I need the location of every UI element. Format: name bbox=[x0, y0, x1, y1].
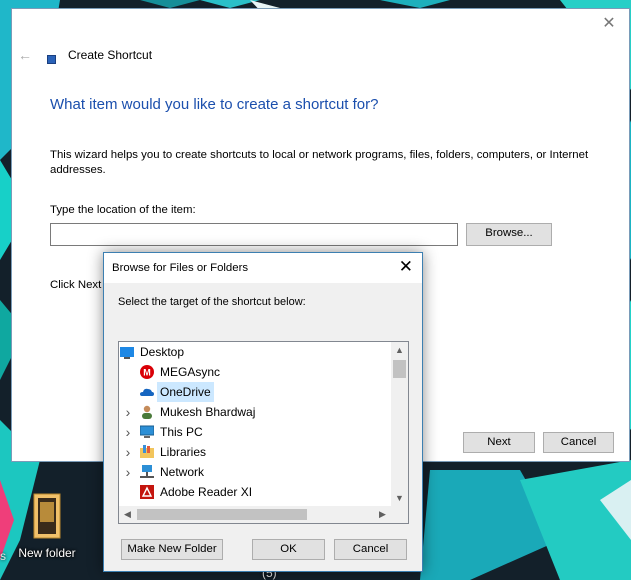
dialog-cancel-button[interactable]: Cancel bbox=[334, 539, 407, 560]
user-icon bbox=[140, 405, 154, 419]
tree-item-label: Adobe Reader XI bbox=[160, 485, 253, 499]
expand-chevron-icon[interactable]: › bbox=[123, 462, 133, 482]
tree-item[interactable]: › Network bbox=[119, 462, 391, 482]
scroll-left-icon[interactable]: ◀ bbox=[119, 506, 136, 523]
dialog-title: Browse for Files or Folders bbox=[112, 262, 249, 274]
tree-item[interactable]: OneDrive bbox=[119, 382, 391, 402]
computer-icon bbox=[139, 425, 155, 439]
libraries-icon bbox=[140, 445, 154, 459]
expand-chevron-icon[interactable]: › bbox=[123, 402, 133, 422]
scrollbar-corner bbox=[391, 506, 408, 523]
expand-chevron-icon[interactable]: › bbox=[123, 422, 133, 442]
horizontal-scroll-thumb[interactable] bbox=[137, 509, 307, 520]
tree-item-label: This PC bbox=[160, 425, 203, 439]
scroll-down-icon[interactable]: ▼ bbox=[391, 490, 408, 507]
megasync-icon: M bbox=[140, 365, 154, 379]
tree-item[interactable]: › Mukesh Bhardwaj bbox=[119, 402, 391, 422]
tree-item-label: OneDrive bbox=[157, 382, 214, 402]
network-icon bbox=[140, 465, 154, 479]
tree-item-label: Mukesh Bhardwaj bbox=[160, 405, 256, 419]
horizontal-scrollbar[interactable]: ◀ ▶ bbox=[119, 506, 391, 523]
tree-item-label: MEGAsync bbox=[160, 365, 221, 379]
tree-item[interactable]: M MEGAsync bbox=[119, 362, 391, 382]
scroll-up-icon[interactable]: ▲ bbox=[391, 342, 408, 359]
location-label: Type the location of the item: bbox=[50, 204, 196, 216]
browse-dialog: Browse for Files or Folders ✕ Select the… bbox=[103, 252, 423, 572]
tree-item[interactable]: Adobe Reader XI bbox=[119, 482, 391, 502]
next-button[interactable]: Next bbox=[463, 432, 535, 453]
dialog-close-icon[interactable]: ✕ bbox=[399, 258, 413, 276]
vertical-scrollbar[interactable]: ▲ ▼ bbox=[391, 342, 408, 507]
tree-item[interactable]: Desktop bbox=[119, 342, 391, 362]
dialog-prompt: Select the target of the shortcut below: bbox=[118, 296, 306, 308]
folder-tree[interactable]: Desktop M MEGAsync OneDrive › Mukesh Bhardwaj… bbox=[118, 341, 409, 524]
desktop-icon bbox=[120, 345, 134, 359]
adobe-reader-icon bbox=[140, 485, 154, 499]
desktop-edge-label: s bbox=[0, 549, 6, 563]
desktop-folder-label: New folder bbox=[18, 546, 76, 560]
make-new-folder-button[interactable]: Make New Folder bbox=[121, 539, 223, 560]
scroll-right-icon[interactable]: ▶ bbox=[374, 506, 391, 523]
folder-icon bbox=[32, 490, 62, 542]
folder-tree-rows: Desktop M MEGAsync OneDrive › Mukesh Bhardwaj… bbox=[119, 342, 391, 507]
location-input[interactable] bbox=[50, 223, 458, 246]
close-icon[interactable]: ✕ bbox=[601, 16, 617, 32]
back-arrow-icon[interactable]: ← bbox=[18, 47, 32, 63]
window-title: Create Shortcut bbox=[68, 48, 153, 62]
wizard-cancel-button[interactable]: Cancel bbox=[543, 432, 614, 453]
svg-text:M: M bbox=[143, 368, 151, 378]
expand-chevron-icon[interactable]: › bbox=[123, 442, 133, 462]
click-next-text: Click Next bbox=[50, 279, 102, 291]
wizard-heading: What item would you like to create a sho… bbox=[50, 96, 379, 113]
ok-button[interactable]: OK bbox=[252, 539, 325, 560]
shortcut-app-icon bbox=[47, 55, 56, 64]
tree-item[interactable]: › Libraries bbox=[119, 442, 391, 462]
wizard-description: This wizard helps you to create shortcut… bbox=[50, 149, 589, 176]
tree-item-label: Libraries bbox=[160, 445, 207, 459]
desktop-folder-shortcut[interactable]: New folder bbox=[14, 490, 80, 560]
onedrive-icon bbox=[140, 385, 154, 399]
tree-item-label: Network bbox=[160, 465, 205, 479]
tree-item-label: Desktop bbox=[140, 345, 185, 359]
dialog-titlebar: Browse for Files or Folders ✕ bbox=[104, 253, 422, 283]
vertical-scroll-thumb[interactable] bbox=[393, 360, 406, 378]
browse-button[interactable]: Browse... bbox=[466, 223, 552, 246]
tree-item[interactable]: › This PC bbox=[119, 422, 391, 442]
